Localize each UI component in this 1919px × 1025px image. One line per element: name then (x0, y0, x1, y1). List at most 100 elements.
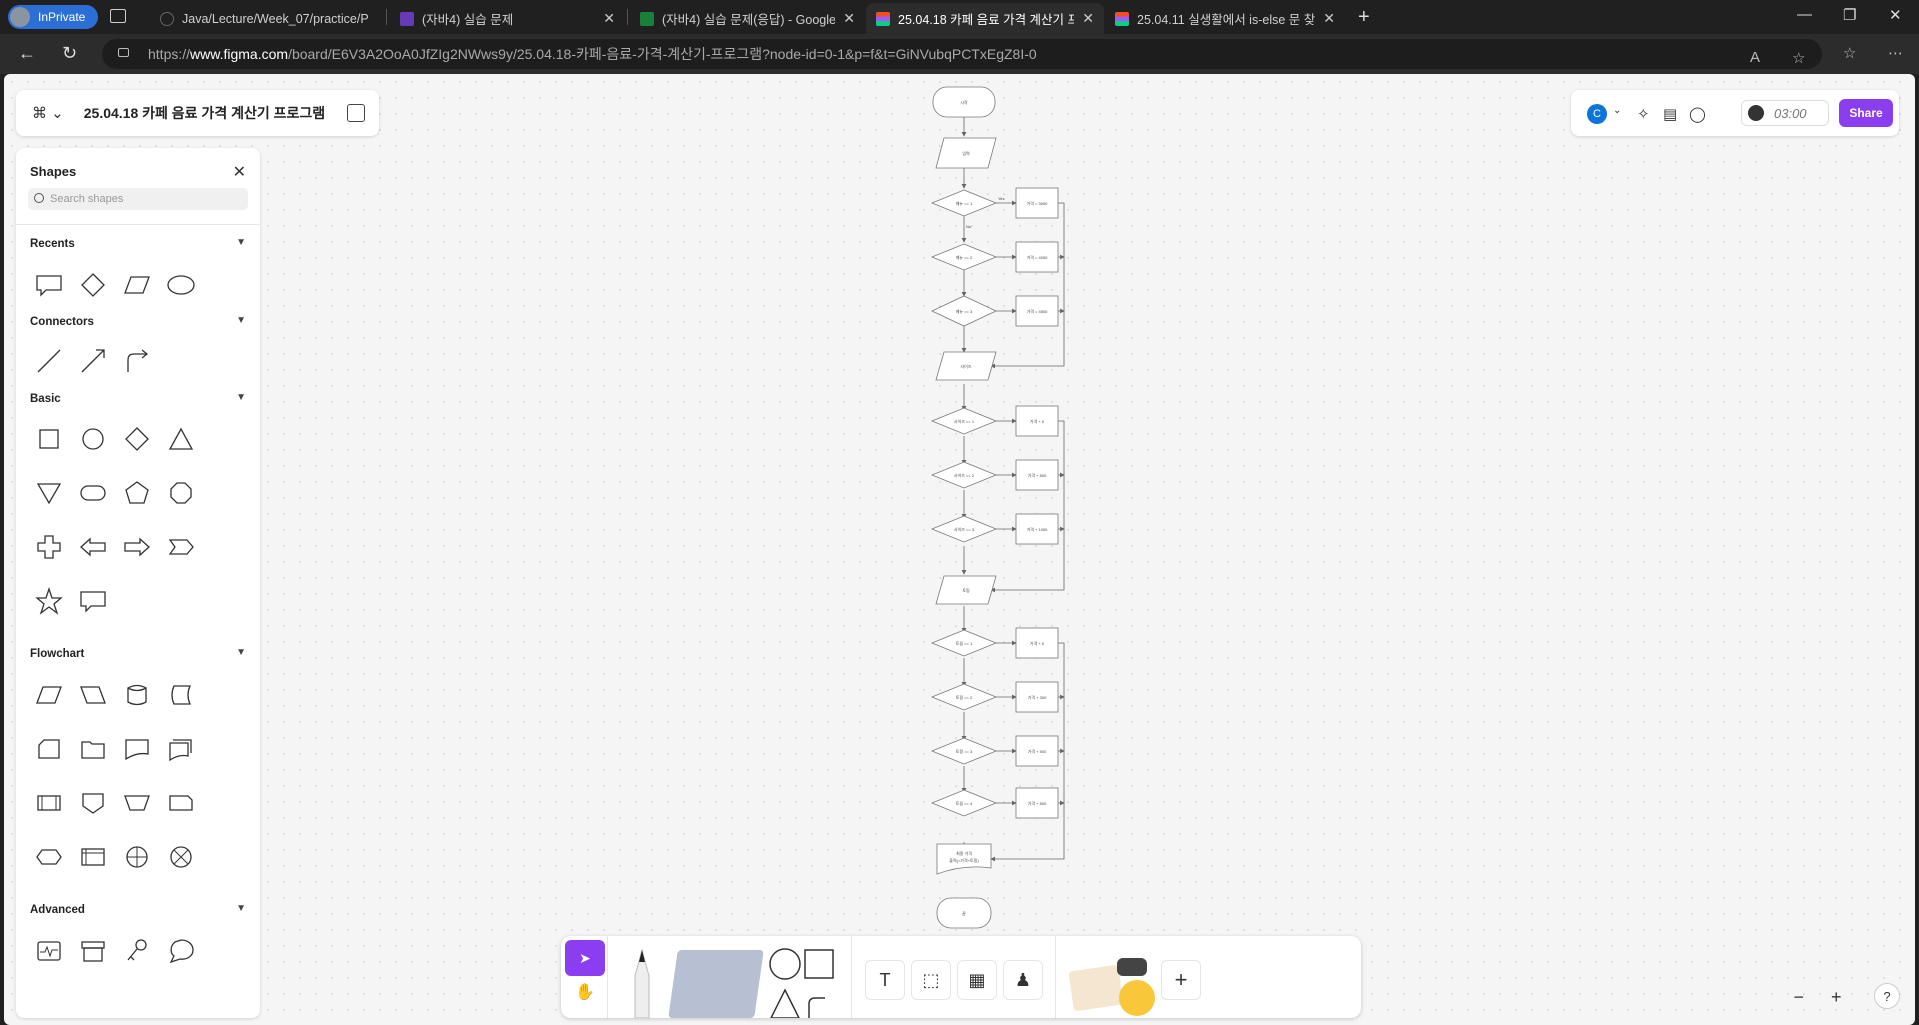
sticky-notes-stack-icon[interactable] (668, 950, 764, 1018)
browser-tab-2[interactable]: (자바4) 실습 문제 ✕ (390, 3, 625, 34)
flowchart-document-icon[interactable] (122, 734, 152, 764)
refresh-icon[interactable]: ↻ (62, 43, 77, 64)
favorites-icon[interactable]: ☆ (1843, 44, 1856, 62)
flowchart-stored-data-icon[interactable] (166, 680, 196, 710)
pages-icon[interactable] (347, 104, 365, 122)
browser-tab-3[interactable]: (자바4) 실습 문제(응답) - Google ✕ (630, 3, 865, 34)
figjam-menu-icon[interactable]: ⌘ ⌄ (32, 104, 64, 122)
profile-avatar (10, 7, 30, 27)
more-icon[interactable]: ⋯ (1888, 44, 1903, 62)
flowchart-card-icon[interactable] (34, 734, 64, 764)
tab-title: 25.04.18 카페 음료 가격 계산기 프 (898, 13, 1075, 27)
advanced-pulse-icon[interactable] (34, 936, 64, 966)
zoom-in-button[interactable]: + (1831, 987, 1842, 1008)
flowchart-card-2-icon[interactable] (166, 788, 196, 818)
zoom-out-button[interactable]: − (1793, 987, 1804, 1008)
flowchart-off-page-icon[interactable] (78, 788, 108, 818)
shape-callout-icon[interactable] (34, 270, 64, 300)
flow-label-result: 가격 = 3000 (1027, 200, 1049, 206)
stickers-widgets-icon[interactable] (1068, 956, 1155, 1018)
browser-tab-4-active[interactable]: 25.04.18 카페 음료 가격 계산기 프 ✕ (866, 3, 1104, 34)
flowchart-data-icon[interactable] (34, 680, 64, 710)
browser-tab-5[interactable]: 25.04.11 실생활에서 is-else 문 찾 ✕ (1105, 3, 1345, 34)
stamp-tool-icon[interactable]: ♟ (1003, 960, 1043, 1000)
flowchart-or-icon[interactable] (166, 842, 196, 872)
shape-left-arrow-icon[interactable] (78, 532, 108, 562)
section-connectors[interactable]: Connectors ▼ (30, 315, 246, 328)
text-tool-icon[interactable]: T (865, 960, 905, 1000)
flowchart-preparation-icon[interactable] (34, 842, 64, 872)
new-tab-button[interactable]: + (1358, 6, 1370, 29)
figjam-canvas[interactable]: 시작 입력 메뉴 == 1 메뉴 == 2 메뉴 == 3 가격 = 3000 … (4, 74, 1915, 1025)
shape-speech-bubble-icon[interactable] (78, 586, 108, 616)
connector-elbow-icon[interactable] (122, 346, 152, 376)
browser-tab-1[interactable]: Java/Lecture/Week_07/practice/P (150, 3, 384, 34)
close-tab-icon[interactable]: ✕ (1323, 10, 1335, 27)
shape-chevron-icon[interactable] (166, 532, 196, 562)
shape-diamond-icon[interactable] (122, 424, 152, 454)
hand-tool-icon[interactable]: ✋ (575, 982, 595, 1002)
close-tab-icon[interactable]: ✕ (843, 10, 855, 27)
table-tool-icon[interactable]: ▦ (957, 960, 997, 1000)
shape-star-icon[interactable] (34, 586, 64, 616)
close-window-icon[interactable]: ✕ (1889, 6, 1902, 24)
marker-tool-icon[interactable] (627, 946, 657, 1018)
shape-right-arrow-icon[interactable] (122, 532, 152, 562)
shape-diamond-icon[interactable] (78, 270, 108, 300)
flowchart-manual-input-icon[interactable] (78, 680, 108, 710)
chevron-down-icon: ▼ (236, 315, 246, 326)
shape-circle-icon[interactable] (78, 424, 108, 454)
minimize-icon[interactable]: — (1797, 6, 1812, 23)
shape-triangle-icon[interactable] (166, 424, 196, 454)
advanced-chat-icon[interactable] (166, 936, 196, 966)
select-tool-icon[interactable]: ➤ (565, 940, 605, 976)
shapes-tool-icon[interactable] (767, 946, 837, 1018)
advanced-archive-icon[interactable] (78, 936, 108, 966)
tab-actions-icon[interactable] (110, 9, 126, 23)
flowchart-internal-storage-icon[interactable] (78, 842, 108, 872)
url-field[interactable]: https://www.figma.com/board/E6V3A2OoA0Jf… (102, 39, 1822, 69)
help-button[interactable]: ? (1874, 983, 1900, 1009)
section-recents[interactable]: Recents ▼ (30, 237, 246, 250)
shape-octagon-icon[interactable] (166, 478, 196, 508)
section-flowchart[interactable]: Flowchart ▼ (30, 647, 246, 660)
file-name[interactable]: 25.04.18 카페 음료 가격 계산기 프로그램 (84, 103, 325, 123)
flowchart-manual-operation-icon[interactable] (122, 788, 152, 818)
connector-arrow-icon[interactable] (78, 346, 108, 376)
search-placeholder: Search shapes (50, 193, 124, 205)
shape-rounded-rect-icon[interactable] (78, 478, 108, 508)
shape-parallelogram-icon[interactable] (122, 270, 152, 300)
timer-widget[interactable]: 03:00 (1741, 100, 1829, 126)
ai-sparkle-icon[interactable]: ✧ (1637, 105, 1655, 123)
section-tool-icon[interactable]: ⬚ (911, 960, 951, 1000)
inprivate-badge[interactable]: InPrivate (8, 5, 98, 29)
back-icon[interactable]: ← (18, 43, 36, 64)
shape-square-icon[interactable] (34, 424, 64, 454)
shapes-search-input[interactable]: Search shapes (28, 188, 248, 210)
close-tab-icon[interactable]: ✕ (1082, 10, 1094, 27)
share-button[interactable]: Share (1839, 99, 1893, 127)
close-icon[interactable]: ✕ (233, 162, 246, 182)
comment-icon[interactable]: ◯ (1689, 105, 1707, 123)
user-avatar[interactable]: C (1587, 104, 1607, 124)
flowchart-predefined-process-icon[interactable] (34, 788, 64, 818)
layout-icon[interactable]: ▤ (1663, 105, 1681, 123)
shape-plus-icon[interactable] (34, 532, 64, 562)
favorite-star-icon[interactable]: ☆ (1792, 49, 1805, 67)
connector-line-icon[interactable] (34, 346, 64, 376)
read-aloud-icon[interactable]: A (1750, 49, 1760, 66)
flowchart-multi-document-icon[interactable] (166, 734, 196, 764)
close-tab-icon[interactable]: ✕ (603, 10, 615, 27)
shape-ellipse-icon[interactable] (166, 270, 196, 300)
advanced-key-icon[interactable] (122, 936, 152, 966)
section-advanced[interactable]: Advanced ▼ (30, 903, 246, 916)
section-basic[interactable]: Basic ▼ (30, 392, 246, 405)
chevron-down-icon[interactable]: ⌄ (1613, 105, 1631, 123)
restore-icon[interactable]: ❐ (1843, 6, 1856, 24)
flowchart-summing-junction-icon[interactable] (122, 842, 152, 872)
flowchart-folder-icon[interactable] (78, 734, 108, 764)
shape-pentagon-icon[interactable] (122, 478, 152, 508)
flowchart-database-icon[interactable] (122, 680, 152, 710)
shape-inverted-triangle-icon[interactable] (34, 478, 64, 508)
more-tools-plus-icon[interactable]: + (1161, 960, 1201, 1000)
